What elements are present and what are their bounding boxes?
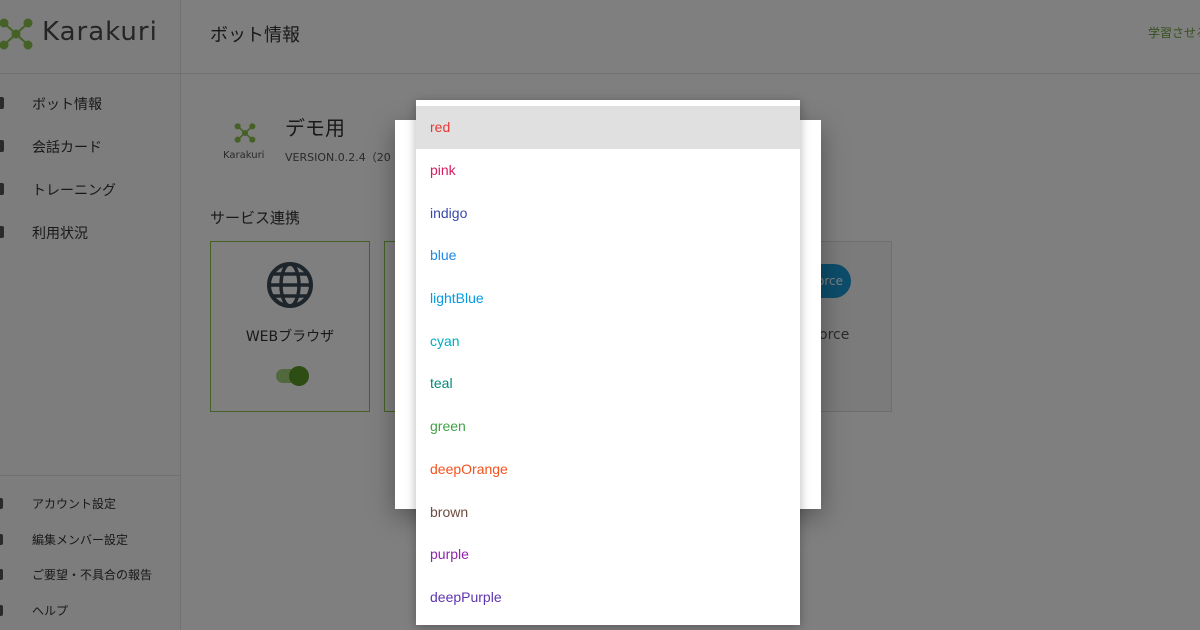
dropdown-option-cyan[interactable]: cyan <box>416 319 800 362</box>
dropdown-option-pink[interactable]: pink <box>416 149 800 192</box>
dropdown-option-brown[interactable]: brown <box>416 490 800 533</box>
dropdown-option-green[interactable]: green <box>416 405 800 448</box>
dropdown-option-indigo[interactable]: indigo <box>416 191 800 234</box>
dropdown-option-teal[interactable]: teal <box>416 362 800 405</box>
color-dropdown-menu: red pink indigo blue lightBlue cyan teal green d… <box>416 100 800 625</box>
dropdown-option-deepOrange[interactable]: deepOrange <box>416 448 800 491</box>
dropdown-option-purple[interactable]: purple <box>416 533 800 576</box>
dropdown-option-deepPurple[interactable]: deepPurple <box>416 576 800 619</box>
dropdown-option-blue[interactable]: blue <box>416 234 800 277</box>
dropdown-option-red[interactable]: red <box>416 106 800 149</box>
dropdown-option-lightBlue[interactable]: lightBlue <box>416 277 800 320</box>
